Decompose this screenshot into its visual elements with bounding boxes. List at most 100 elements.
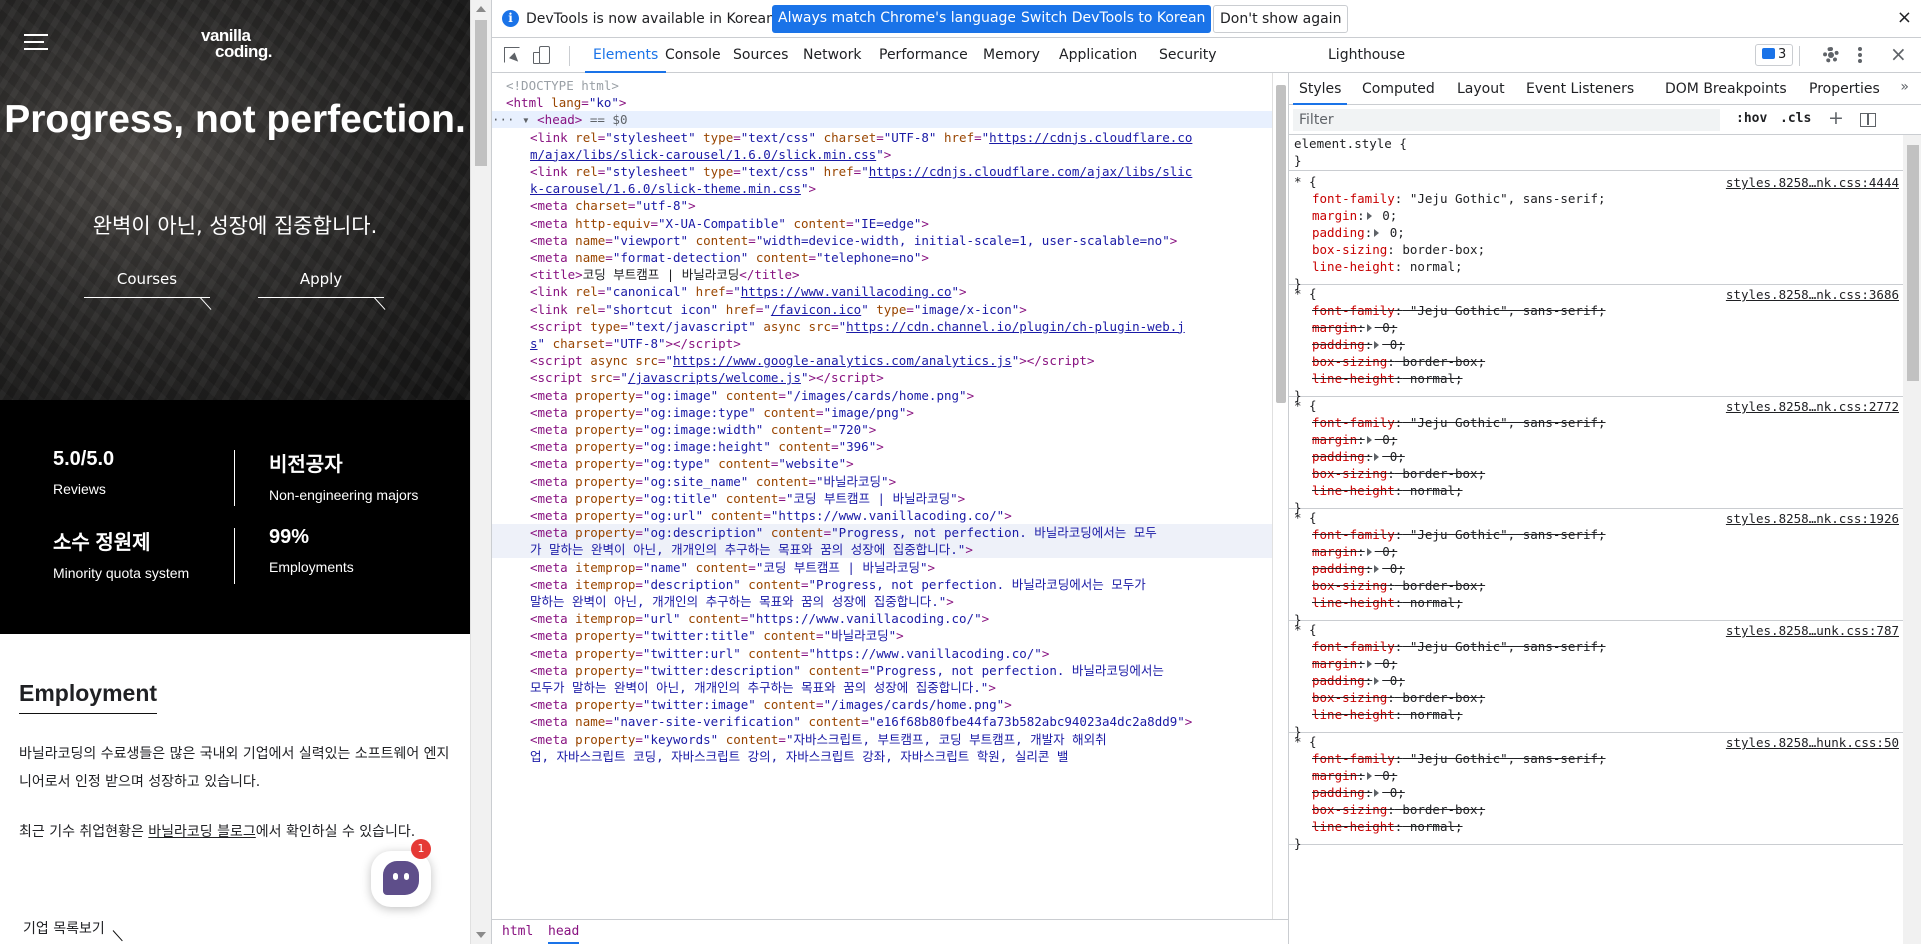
css-property-value[interactable]: 0; bbox=[1375, 320, 1397, 335]
css-property[interactable]: line-height: normal; bbox=[1289, 482, 1903, 499]
css-property-value[interactable]: normal; bbox=[1402, 483, 1463, 498]
dom-node-line[interactable]: <meta property="og:image:width" content=… bbox=[492, 421, 1272, 438]
scrollbar-thumb[interactable] bbox=[1276, 85, 1286, 403]
issues-counter-button[interactable]: 3 bbox=[1755, 44, 1794, 66]
css-property[interactable]: margin: 0; bbox=[1289, 319, 1903, 336]
css-property[interactable]: padding: 0; bbox=[1289, 224, 1903, 241]
css-property[interactable]: font-family: "Jeju Gothic", sans-serif; bbox=[1289, 190, 1903, 207]
page-scrollbar[interactable] bbox=[470, 0, 491, 944]
css-property-value[interactable]: 0; bbox=[1382, 561, 1405, 576]
css-property-name[interactable]: box-sizing bbox=[1312, 802, 1387, 817]
dom-node-line[interactable]: <meta property="og:url" content="https:/… bbox=[492, 507, 1272, 524]
css-property-value[interactable]: "Jeju Gothic", sans-serif; bbox=[1402, 527, 1606, 542]
css-property-name[interactable]: font-family bbox=[1312, 303, 1395, 318]
expand-shorthand-icon[interactable] bbox=[1366, 324, 1372, 332]
css-property[interactable]: margin: 0; bbox=[1289, 207, 1903, 224]
tab-lighthouse[interactable]: Lighthouse bbox=[1328, 38, 1405, 73]
dom-node-line[interactable]: <meta property="og:title" content="코딩 부트… bbox=[492, 490, 1272, 507]
css-property-name[interactable]: padding bbox=[1312, 785, 1365, 800]
css-property[interactable]: font-family: "Jeju Gothic", sans-serif; bbox=[1289, 302, 1903, 319]
expand-shorthand-icon[interactable] bbox=[1374, 677, 1380, 685]
courses-button[interactable]: Courses bbox=[84, 268, 210, 298]
styles-filter-input[interactable] bbox=[1293, 109, 1720, 131]
site-logo[interactable]: vanilla coding. bbox=[201, 27, 272, 60]
devtools-close-icon[interactable]: × bbox=[1890, 42, 1907, 66]
expand-shorthand-icon[interactable] bbox=[1374, 565, 1380, 573]
expand-shorthand-icon[interactable] bbox=[1366, 436, 1372, 444]
scroll-up-arrow-icon[interactable] bbox=[476, 6, 486, 12]
css-property-value[interactable]: border-box; bbox=[1395, 242, 1485, 257]
css-property-name[interactable]: padding bbox=[1312, 225, 1365, 240]
css-property[interactable]: padding: 0; bbox=[1289, 448, 1903, 465]
dom-node-line[interactable]: k-carousel/1.6.0/slick-theme.min.css"> bbox=[492, 180, 1272, 197]
dom-node-line[interactable]: 말하는 완벽이 아닌, 개개인의 추구하는 목표와 꿈의 성장에 집중합니다."… bbox=[492, 593, 1272, 610]
dom-node-line[interactable]: <link rel="shortcut icon" href="/favicon… bbox=[492, 301, 1272, 318]
css-property-value[interactable]: border-box; bbox=[1395, 802, 1485, 817]
dom-node-line[interactable]: <meta name="format-detection" content="t… bbox=[492, 249, 1272, 266]
dom-node-line[interactable]: <meta itemprop="url" content="https://ww… bbox=[492, 610, 1272, 627]
css-property-value[interactable]: 0; bbox=[1382, 449, 1405, 464]
css-property-name[interactable]: padding bbox=[1312, 561, 1365, 576]
rule-source-link[interactable]: styles.8258…nk.css:4444 bbox=[1726, 175, 1899, 190]
dom-node-line[interactable]: m/ajax/libs/slick-carousel/1.6.0/slick.m… bbox=[492, 146, 1272, 163]
css-property-name[interactable]: font-family bbox=[1312, 639, 1395, 654]
tab-console[interactable]: Console bbox=[665, 38, 721, 73]
css-property[interactable]: line-height: normal; bbox=[1289, 706, 1903, 723]
style-rule[interactable]: * {styles.8258…nk.css:2772 font-family: "… bbox=[1289, 397, 1903, 515]
tab-sources[interactable]: Sources bbox=[733, 38, 788, 73]
css-property[interactable]: margin: 0; bbox=[1289, 655, 1903, 672]
scroll-down-arrow-icon[interactable] bbox=[476, 932, 486, 938]
dom-node-line[interactable]: <meta name="naver-site-verification" con… bbox=[492, 713, 1272, 730]
css-property-name[interactable]: padding bbox=[1312, 449, 1365, 464]
css-property-value[interactable]: border-box; bbox=[1395, 578, 1485, 593]
scrollbar-thumb[interactable] bbox=[1907, 145, 1919, 381]
css-property[interactable]: font-family: "Jeju Gothic", sans-serif; bbox=[1289, 750, 1903, 767]
css-property-value[interactable]: 0; bbox=[1375, 544, 1397, 559]
company-list-link[interactable]: 기업 목록보기 bbox=[23, 918, 105, 938]
css-property-name[interactable]: box-sizing bbox=[1312, 690, 1387, 705]
dom-node-line[interactable]: <meta property="og:site_name" content="바… bbox=[492, 473, 1272, 490]
css-property-value[interactable]: 0; bbox=[1382, 673, 1405, 688]
match-chrome-language-button[interactable]: Always match Chrome's language bbox=[772, 5, 1022, 33]
css-property-value[interactable]: 0; bbox=[1375, 656, 1397, 671]
dom-node-line[interactable]: <meta property="twitter:url" content="ht… bbox=[492, 645, 1272, 662]
css-property[interactable]: padding: 0; bbox=[1289, 560, 1903, 577]
tab-properties[interactable]: Properties bbox=[1809, 73, 1880, 105]
css-property-name[interactable]: line-height bbox=[1312, 819, 1395, 834]
elements-dom-tree[interactable]: <!DOCTYPE html> <html lang="ko"> ··· ▾ <he… bbox=[492, 73, 1288, 919]
css-property[interactable]: margin: 0; bbox=[1289, 431, 1903, 448]
css-property-name[interactable]: box-sizing bbox=[1312, 578, 1387, 593]
css-property[interactable]: box-sizing: border-box; bbox=[1289, 689, 1903, 706]
styles-scrollbar[interactable] bbox=[1903, 135, 1921, 944]
dom-node-line[interactable]: <link rel="stylesheet" type="text/css" h… bbox=[492, 163, 1272, 180]
elements-scrollbar[interactable] bbox=[1272, 73, 1288, 919]
rule-source-link[interactable]: styles.8258…nk.css:2772 bbox=[1726, 399, 1899, 414]
dom-node-line[interactable]: <meta property="og:image:height" content… bbox=[492, 438, 1272, 455]
dom-node-line[interactable]: 가 말하는 완벽이 아닌, 개개인의 추구하는 목표와 꿈의 성장에 집중합니다… bbox=[492, 541, 1272, 559]
css-property-value[interactable]: "Jeju Gothic", sans-serif; bbox=[1402, 303, 1606, 318]
gear-icon[interactable] bbox=[1823, 47, 1839, 63]
expand-shorthand-icon[interactable] bbox=[1366, 772, 1372, 780]
inspect-element-icon[interactable] bbox=[504, 47, 520, 63]
css-property[interactable]: line-height: normal; bbox=[1289, 258, 1903, 275]
class-toggle[interactable]: .cls bbox=[1780, 111, 1811, 126]
dom-node-line[interactable]: <meta property="og:type" content="websit… bbox=[492, 455, 1272, 472]
scrollbar-thumb[interactable] bbox=[475, 20, 487, 166]
dom-node-line[interactable]: <meta charset="utf-8"> bbox=[492, 197, 1272, 214]
apply-button[interactable]: Apply bbox=[258, 268, 384, 298]
css-property-name[interactable]: margin bbox=[1312, 656, 1357, 671]
dom-node-line[interactable]: <meta property="twitter:image" content="… bbox=[492, 696, 1272, 713]
more-tabs-chevron-icon[interactable]: » bbox=[1900, 79, 1909, 95]
style-rule[interactable]: * {styles.8258…hunk.css:50 font-family: "… bbox=[1289, 733, 1903, 851]
css-property-name[interactable]: line-height bbox=[1312, 483, 1395, 498]
css-property[interactable]: font-family: "Jeju Gothic", sans-serif; bbox=[1289, 638, 1903, 655]
tab-event-listeners[interactable]: Event Listeners bbox=[1526, 73, 1634, 105]
tab-computed[interactable]: Computed bbox=[1362, 73, 1435, 105]
expand-shorthand-icon[interactable] bbox=[1374, 229, 1380, 237]
expand-shorthand-icon[interactable] bbox=[1374, 341, 1380, 349]
rule-source-link[interactable]: styles.8258…unk.css:787 bbox=[1726, 623, 1899, 638]
css-property-value[interactable]: normal; bbox=[1402, 595, 1463, 610]
css-property-name[interactable]: font-family bbox=[1312, 191, 1395, 206]
dom-node-line[interactable]: <meta property="og:image:type" content="… bbox=[492, 404, 1272, 421]
css-property-value[interactable]: normal; bbox=[1402, 819, 1463, 834]
